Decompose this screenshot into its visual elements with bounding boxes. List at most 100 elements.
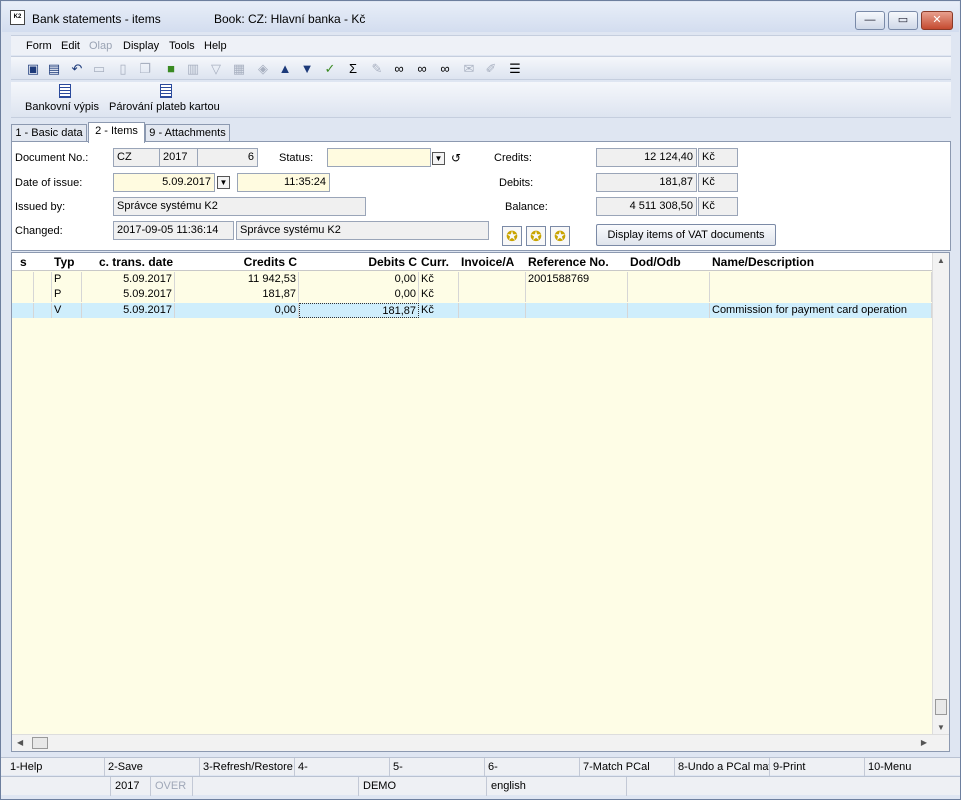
fkey-6[interactable]: 6- xyxy=(485,758,580,776)
save-icon[interactable]: ▣ xyxy=(25,61,41,77)
col-name-description[interactable]: Name/Description xyxy=(710,253,932,271)
star-icon[interactable]: ✪ xyxy=(502,226,522,246)
mail-icon[interactable]: ✉ xyxy=(461,61,477,77)
arrow-down-icon[interactable]: ▼ xyxy=(299,61,315,77)
fkey-4[interactable]: 4- xyxy=(295,758,390,776)
approve-icon[interactable]: ✓ xyxy=(322,61,338,77)
fkey-undo-pcal[interactable]: 8-Undo a PCal match xyxy=(675,758,770,776)
table-row-selected[interactable]: V 5.09.2017 0,00 181,87 Kč Commission fo… xyxy=(12,303,932,318)
vertical-scrollbar[interactable]: ▲ ▼ xyxy=(932,253,949,735)
binoculars-icon[interactable]: ∞ xyxy=(391,61,407,77)
menu-edit[interactable]: Edit xyxy=(61,40,80,52)
time-of-issue-field[interactable]: 11:35:24 xyxy=(237,173,330,192)
star-add-icon[interactable]: ✪ xyxy=(526,226,546,246)
balance-label: Balance: xyxy=(505,201,548,213)
new-document-icon[interactable]: ▯ xyxy=(115,61,131,77)
fkey-help[interactable]: 1-Help xyxy=(7,758,105,776)
vertical-scroll-thumb[interactable] xyxy=(935,699,947,715)
cell-s xyxy=(12,287,34,302)
menu-tools[interactable]: Tools xyxy=(169,40,195,52)
col-debits[interactable]: Debits C xyxy=(299,253,419,271)
open-folder-icon[interactable]: ▭ xyxy=(91,61,107,77)
tab-items[interactable]: 2 - Items xyxy=(88,122,145,143)
find-replace-icon[interactable]: ∞ xyxy=(437,61,453,77)
changed-date-field[interactable]: 2017-09-05 11:36:14 xyxy=(113,221,234,240)
tools-icon[interactable]: ✎ xyxy=(369,61,385,77)
stack-icon[interactable]: ◈ xyxy=(255,61,271,77)
scroll-up-icon[interactable]: ▲ xyxy=(937,256,945,265)
card-payment-matching-label: Párování plateb kartou xyxy=(109,101,220,113)
maximize-button[interactable]: ▭ xyxy=(888,11,918,30)
cell-debits-focused[interactable]: 181,87 xyxy=(299,303,419,318)
menu-olap[interactable]: Olap xyxy=(89,40,112,52)
credits-field[interactable]: 12 124,40 xyxy=(596,148,697,167)
issued-by-field[interactable]: Správce systému K2 xyxy=(113,197,366,216)
title-bar[interactable]: K2 Bank statements - items Book: CZ: Hla… xyxy=(2,2,959,32)
date-of-issue-field[interactable]: 5.09.2017 xyxy=(113,173,215,192)
filter-icon[interactable]: ▽ xyxy=(208,61,224,77)
cell-currency: Kč xyxy=(419,287,459,302)
lock-icon[interactable]: ■ xyxy=(163,61,179,77)
col-credits[interactable]: Credits C xyxy=(175,253,299,271)
bank-statement-button[interactable]: Bankovní výpis xyxy=(25,84,105,113)
col-dod-odb[interactable]: Dod/Odb xyxy=(628,253,710,271)
star-remove-icon[interactable]: ✪ xyxy=(550,226,570,246)
fkey-match-pcal[interactable]: 7-Match PCal xyxy=(580,758,675,776)
cell-credits: 181,87 xyxy=(175,287,299,302)
cell-reference xyxy=(526,303,628,318)
col-reference[interactable]: Reference No. xyxy=(526,253,628,271)
changed-by-field[interactable]: Správce systému K2 xyxy=(236,221,489,240)
horizontal-scrollbar[interactable]: ◀ ▶ xyxy=(12,734,949,751)
col-trans-date[interactable]: c. trans. date xyxy=(82,253,175,271)
table-row[interactable]: P 5.09.2017 11 942,53 0,00 Kč 2001588769 xyxy=(12,272,932,287)
balance-field[interactable]: 4 511 308,50 xyxy=(596,197,697,216)
cell-dod-odb xyxy=(628,272,710,287)
hamburger-menu-icon[interactable]: ☰ xyxy=(507,61,523,77)
scroll-right-icon[interactable]: ▶ xyxy=(921,738,927,747)
date-of-issue-label: Date of issue: xyxy=(15,177,83,189)
history-icon[interactable]: ↺ xyxy=(451,151,461,165)
menu-form[interactable]: Form xyxy=(26,40,52,52)
doc-year-field[interactable]: 2017 xyxy=(159,148,198,167)
scroll-left-icon[interactable]: ◀ xyxy=(17,738,23,747)
find-next-icon[interactable]: ∞ xyxy=(414,61,430,77)
edit-note-icon[interactable]: ✐ xyxy=(483,61,499,77)
tab-attachments[interactable]: 9 - Attachments xyxy=(145,124,230,142)
col-s[interactable]: s xyxy=(18,253,34,271)
book-icon[interactable]: ▥ xyxy=(185,61,201,77)
scroll-down-icon[interactable]: ▼ xyxy=(937,723,945,732)
minimize-button[interactable]: — xyxy=(855,11,885,30)
undo-icon[interactable]: ↶ xyxy=(69,61,85,77)
fkey-print[interactable]: 9-Print xyxy=(770,758,865,776)
col-invoice[interactable]: Invoice/A xyxy=(459,253,526,271)
col-typ[interactable]: Typ xyxy=(52,253,82,271)
table-row[interactable]: P 5.09.2017 181,87 0,00 Kč xyxy=(12,287,932,302)
cell-name xyxy=(710,272,932,287)
cell-reference: 2001588769 xyxy=(526,272,628,287)
filter-document-icon[interactable]: ▦ xyxy=(231,61,247,77)
close-button[interactable]: ✕ xyxy=(921,11,953,30)
app-icon[interactable]: K2 xyxy=(10,10,25,25)
date-picker-icon[interactable]: ▼ xyxy=(217,176,230,189)
card-payment-matching-button[interactable]: Párování plateb kartou xyxy=(109,84,223,113)
fkey-save[interactable]: 2-Save xyxy=(105,758,200,776)
debits-field[interactable]: 181,87 xyxy=(596,173,697,192)
col-currency[interactable]: Curr. xyxy=(419,253,459,271)
status-field[interactable] xyxy=(327,148,431,167)
col-flag[interactable] xyxy=(34,253,52,271)
fkey-5[interactable]: 5- xyxy=(390,758,485,776)
doc-number-field[interactable]: 6 xyxy=(197,148,258,167)
copy-icon[interactable]: ❐ xyxy=(137,61,153,77)
fkey-menu[interactable]: 10-Menu xyxy=(865,758,960,776)
arrow-up-icon[interactable]: ▲ xyxy=(277,61,293,77)
display-vat-items-button[interactable]: Display items of VAT documents xyxy=(596,224,776,246)
save-as-icon[interactable]: ▤ xyxy=(46,61,62,77)
menu-help[interactable]: Help xyxy=(204,40,227,52)
sum-icon[interactable]: Σ xyxy=(345,61,361,77)
tab-basic-data[interactable]: 1 - Basic data xyxy=(11,124,87,142)
doc-book-field[interactable]: CZ xyxy=(113,148,160,167)
horizontal-scroll-thumb[interactable] xyxy=(32,737,48,749)
menu-display[interactable]: Display xyxy=(123,40,159,52)
fkey-refresh[interactable]: 3-Refresh/Restore xyxy=(200,758,295,776)
status-dropdown-icon[interactable]: ▼ xyxy=(432,152,445,165)
